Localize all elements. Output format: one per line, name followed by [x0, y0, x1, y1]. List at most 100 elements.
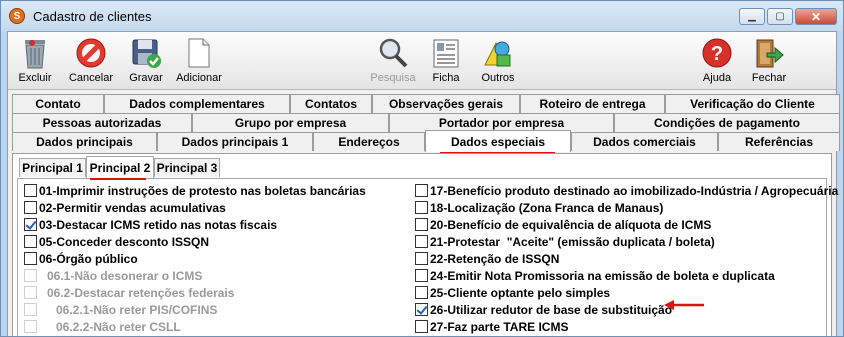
tab-enderecos[interactable]: Endereços	[313, 132, 425, 151]
option-21[interactable]: 21-Protestar "Aceite" (emissão duplicata…	[415, 233, 715, 250]
option-17[interactable]: 17-Benefício produto destinado ao imobil…	[415, 182, 838, 199]
fechar-button[interactable]: Fechar	[746, 36, 792, 84]
checkbox[interactable]	[415, 218, 428, 231]
option-label: 03-Destacar ICMS retido nas notas fiscai…	[39, 217, 278, 232]
option-06[interactable]: 06-Órgão público	[24, 250, 138, 267]
adicionar-button[interactable]: Adicionar	[176, 36, 222, 84]
minimize-button[interactable]: ▁	[739, 8, 765, 25]
checkbox[interactable]	[415, 201, 428, 214]
checkbox-disabled	[24, 286, 37, 299]
checkbox[interactable]	[24, 252, 37, 265]
tab-pessoas-autorizadas[interactable]: Pessoas autorizadas	[12, 113, 192, 132]
option-26[interactable]: 26-Utilizar redutor de base de substitui…	[415, 301, 672, 318]
adicionar-label: Adicionar	[176, 72, 222, 84]
tab-verificacao-do-cliente[interactable]: Verificação do Cliente	[665, 94, 840, 113]
new-document-icon	[186, 36, 212, 70]
option-label: 06.2.2-Não reter CSLL	[56, 319, 181, 334]
magnifier-icon	[377, 36, 409, 70]
option-label: 06-Órgão público	[39, 251, 138, 266]
excluir-button[interactable]: Excluir	[12, 36, 58, 84]
option-label: 18-Localização (Zona Franca de Manaus)	[430, 200, 664, 215]
checkbox-checked[interactable]	[415, 303, 428, 316]
subtab-principal-1[interactable]: Principal 1	[19, 158, 86, 177]
tab-dados-complementares[interactable]: Dados complementares	[104, 94, 290, 113]
option-06-2: 06.2-Destacar retenções federais	[24, 284, 234, 301]
checkbox[interactable]	[415, 320, 428, 333]
option-label: 02-Permitir vendas acumulativas	[39, 200, 226, 215]
option-label: 21-Protestar "Aceite" (emissão duplicata…	[430, 234, 715, 249]
checkbox-checked[interactable]	[24, 218, 37, 231]
option-02[interactable]: 02-Permitir vendas acumulativas	[24, 199, 226, 216]
option-label: 26-Utilizar redutor de base de substitui…	[430, 302, 673, 317]
minimize-icon: ▁	[748, 11, 756, 22]
tab-dados-especiais[interactable]: Dados especiais	[425, 130, 571, 152]
checkbox[interactable]	[415, 252, 428, 265]
checkbox-disabled	[24, 320, 37, 333]
option-label: 27-Faz parte TARE ICMS	[430, 319, 569, 334]
tab-dados-comerciais[interactable]: Dados comerciais	[571, 132, 718, 151]
close-button[interactable]: ✕	[795, 8, 837, 25]
checkbox[interactable]	[415, 286, 428, 299]
tab-panel-dados-especiais: Principal 1 Principal 2 Principal 3 01-I…	[12, 153, 838, 336]
tab-condicoes-de-pagamento[interactable]: Condições de pagamento	[614, 113, 840, 132]
main-tabs: Contato Dados complementares Contatos Ob…	[8, 92, 840, 154]
svg-text:?: ?	[711, 43, 723, 65]
tab-grupo-por-empresa[interactable]: Grupo por empresa	[192, 113, 389, 132]
tab-dados-principais-1[interactable]: Dados principais 1	[157, 132, 313, 151]
pesquisa-button[interactable]: Pesquisa	[370, 36, 416, 84]
option-22[interactable]: 22-Retenção de ISSQN	[415, 250, 559, 267]
tab-row-2: Pessoas autorizadas Grupo por empresa Po…	[12, 113, 840, 132]
tab-contatos[interactable]: Contatos	[290, 94, 372, 113]
option-05[interactable]: 05-Conceder desconto ISSQN	[24, 233, 209, 250]
option-03[interactable]: 03-Destacar ICMS retido nas notas fiscai…	[24, 216, 277, 233]
tab-contato[interactable]: Contato	[12, 94, 104, 113]
option-label: 01-Imprimir instruções de protesto nas b…	[39, 183, 366, 198]
option-27[interactable]: 27-Faz parte TARE ICMS	[415, 318, 568, 335]
option-label: 25-Cliente optante pelo simples	[430, 285, 611, 300]
option-24[interactable]: 24-Emitir Nota Promissoria na emissão de…	[415, 267, 775, 284]
tab-observacoes-gerais[interactable]: Observações gerais	[372, 94, 520, 113]
checkbox[interactable]	[415, 235, 428, 248]
checkbox[interactable]	[24, 235, 37, 248]
outros-button[interactable]: Outros	[475, 36, 521, 84]
option-01[interactable]: 01-Imprimir instruções de protesto nas b…	[24, 182, 366, 199]
ajuda-label: Ajuda	[702, 72, 732, 84]
gravar-label: Gravar	[129, 72, 163, 84]
tab-referencias[interactable]: Referências	[718, 132, 840, 151]
excluir-label: Excluir	[18, 72, 52, 84]
ajuda-button[interactable]: ? Ajuda	[694, 36, 740, 84]
option-20[interactable]: 20-Benefício de equivalência de alíquota…	[415, 216, 711, 233]
gravar-button[interactable]: Gravar	[123, 36, 169, 84]
app-window: S Cadastro de clientes ▁ ▢ ✕ Excluir Can…	[0, 0, 844, 337]
checkbox[interactable]	[415, 269, 428, 282]
save-icon	[130, 36, 162, 70]
checkbox[interactable]	[24, 201, 37, 214]
ficha-button[interactable]: Ficha	[423, 36, 469, 84]
checkbox-disabled	[24, 303, 37, 316]
option-18[interactable]: 18-Localização (Zona Franca de Manaus)	[415, 199, 663, 216]
subtab-principal-2[interactable]: Principal 2	[86, 156, 154, 178]
client-area: Excluir Cancelar Gravar Adicionar Pesqui…	[7, 31, 840, 336]
tab-roteiro-de-entrega[interactable]: Roteiro de entrega	[520, 94, 665, 113]
tab-dados-principais[interactable]: Dados principais	[12, 132, 157, 151]
option-25[interactable]: 25-Cliente optante pelo simples	[415, 284, 610, 301]
trash-icon	[20, 36, 50, 70]
no-entry-icon	[75, 36, 107, 70]
pesquisa-label: Pesquisa	[370, 72, 416, 84]
cancelar-button[interactable]: Cancelar	[68, 36, 114, 84]
app-icon: S	[9, 8, 25, 24]
option-label: 20-Benefício de equivalência de alíquota…	[430, 217, 712, 232]
subtab-principal-3[interactable]: Principal 3	[154, 158, 220, 177]
tab-row-1: Contato Dados complementares Contatos Ob…	[12, 94, 840, 113]
option-06-1: 06.1-Não desonerar o ICMS	[24, 267, 202, 284]
ficha-label: Ficha	[432, 72, 460, 84]
options-panel: 01-Imprimir instruções de protesto nas b…	[17, 178, 838, 336]
maximize-button[interactable]: ▢	[767, 8, 793, 25]
toolbar: Excluir Cancelar Gravar Adicionar Pesqui…	[8, 32, 836, 90]
red-arrow-icon	[664, 300, 704, 310]
checkbox[interactable]	[24, 184, 37, 197]
option-label: 17-Benefício produto destinado ao imobil…	[430, 183, 839, 198]
checkbox[interactable]	[415, 184, 428, 197]
close-icon: ✕	[810, 9, 822, 24]
option-label: 24-Emitir Nota Promissoria na emissão de…	[430, 268, 775, 283]
